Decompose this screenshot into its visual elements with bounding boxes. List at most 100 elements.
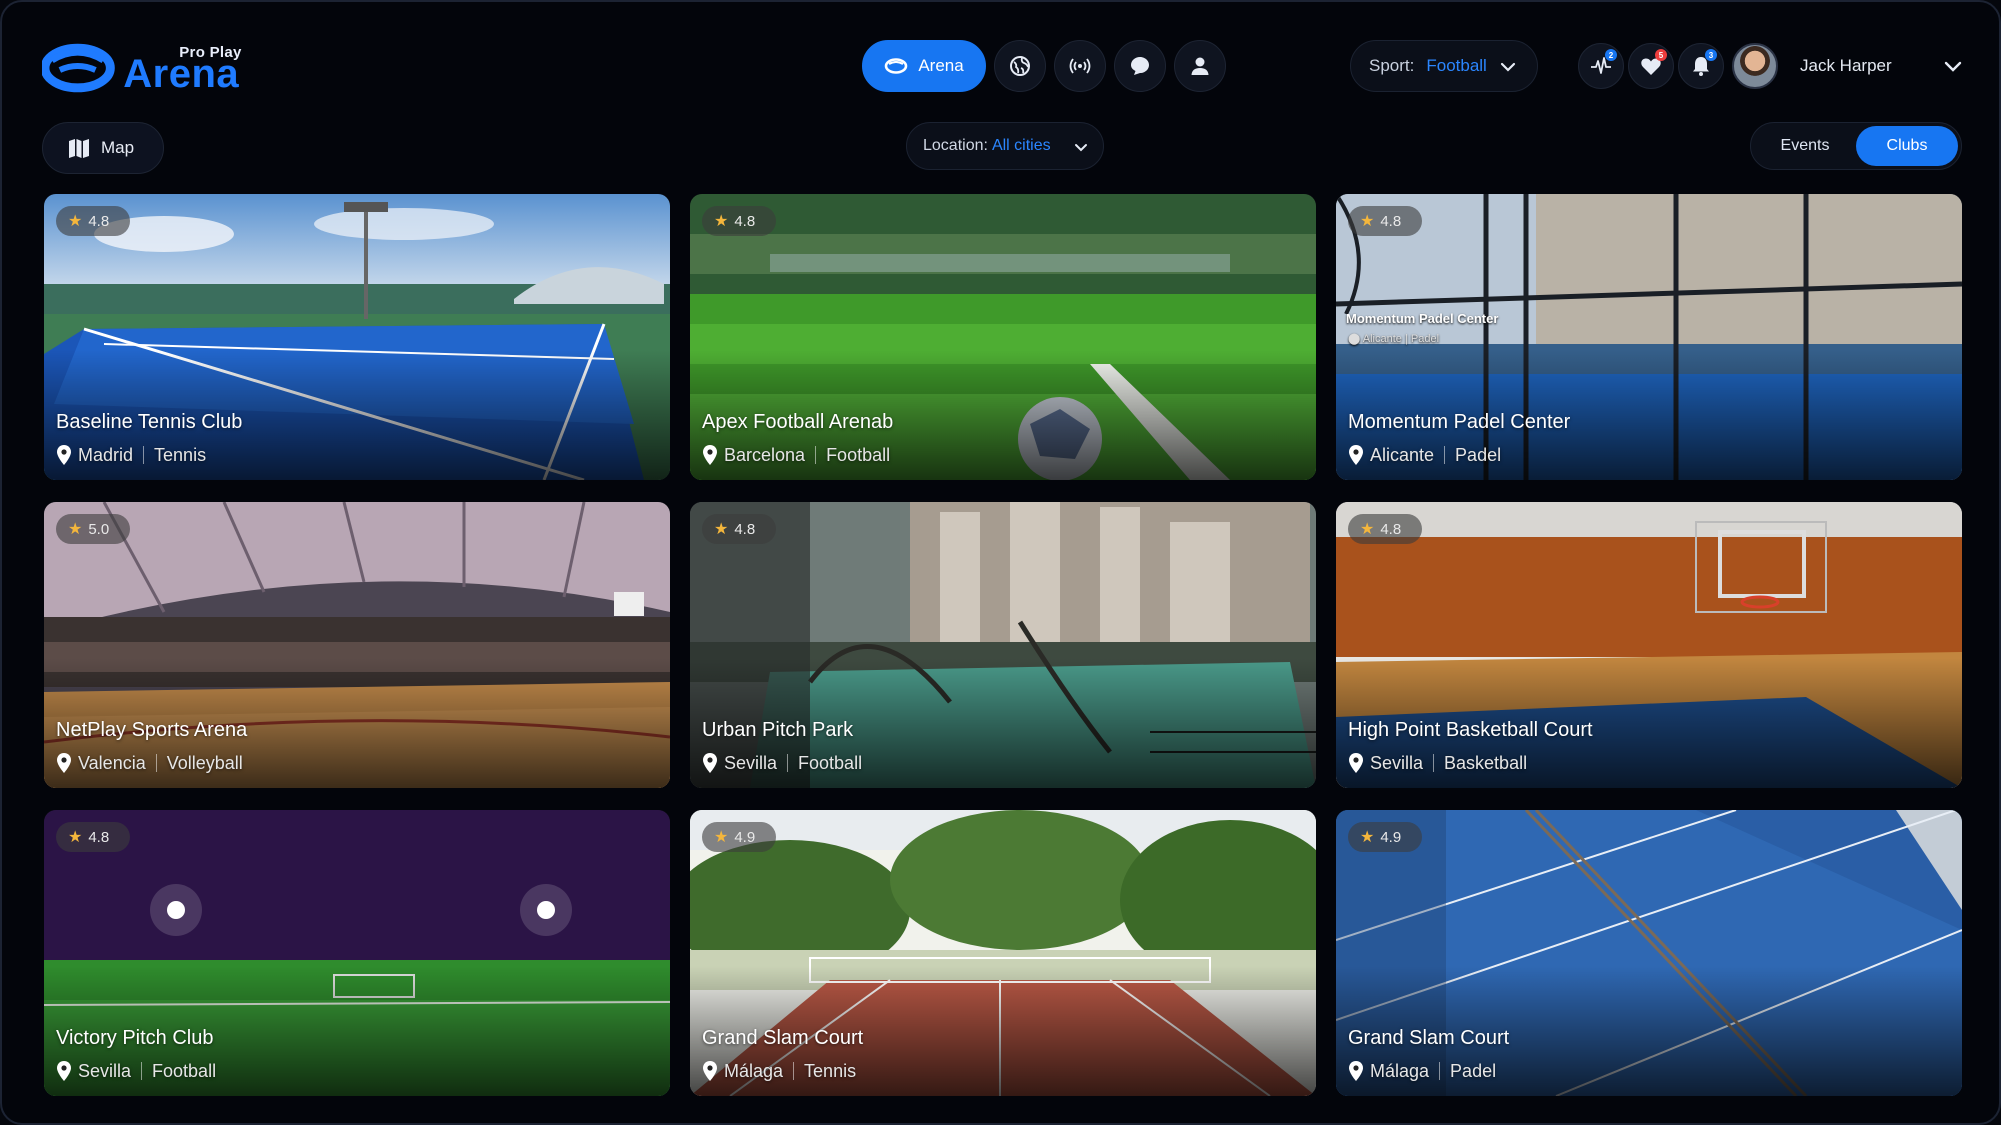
- card-title: NetPlay Sports Arena: [56, 719, 248, 741]
- card-meta: Sevilla Basketball: [1348, 752, 1527, 774]
- rating-badge: ★ 4.8: [56, 822, 130, 852]
- chevron-down-icon[interactable]: [1942, 55, 1964, 77]
- arena-logo-icon: [42, 43, 115, 93]
- rating-badge: ★ 4.9: [702, 822, 776, 852]
- card-sport: Volleyball: [166, 752, 243, 773]
- nav-arena-button[interactable]: Arena: [862, 40, 986, 92]
- chevron-down-icon: [1075, 144, 1087, 152]
- divider: [143, 446, 145, 464]
- divider: [787, 754, 789, 772]
- star-icon: ★: [68, 829, 83, 846]
- rating-value: 4.8: [88, 828, 110, 846]
- sign-meta: ⬤ Alicante | Padel: [1348, 333, 1440, 345]
- brand-name: Arena: [123, 52, 240, 96]
- rating-value: 4.8: [734, 520, 756, 538]
- star-icon: ★: [68, 521, 83, 538]
- divider: [155, 754, 157, 772]
- tab-clubs[interactable]: Clubs: [1856, 126, 1958, 166]
- rating-badge: ★ 4.8: [702, 514, 776, 544]
- card-meta: Valencia Volleyball: [56, 752, 243, 774]
- divider: [1444, 446, 1446, 464]
- sign-sport: Padel: [1410, 333, 1440, 345]
- location-select-label: Location:: [923, 137, 988, 154]
- card-sport: Football: [798, 752, 863, 773]
- card-sport: Basketball: [1444, 752, 1528, 773]
- card-sport: Football: [826, 444, 891, 465]
- location-select-value: All cities: [991, 137, 1051, 154]
- rating-badge: ★ 4.8: [1348, 206, 1422, 236]
- card-title: Apex Football Arenab: [702, 411, 894, 433]
- broadcast-icon: [1069, 58, 1091, 74]
- club-card[interactable]: ★ 4.8 Victory Pitch Club Sevilla Football: [44, 810, 670, 1096]
- favorites-badge: 5: [1655, 49, 1667, 61]
- club-card[interactable]: Momentum Padel Center ⬤ Alicante | Padel…: [1336, 194, 1962, 480]
- club-card[interactable]: ★ 4.9 Grand Slam Court Málaga Padel: [1336, 810, 1962, 1096]
- divider: [1433, 754, 1435, 772]
- rating-value: 5.0: [88, 520, 110, 538]
- brand-logo[interactable]: Pro Play Arena: [42, 40, 252, 96]
- card-meta: Málaga Tennis: [702, 1060, 856, 1082]
- location-select[interactable]: Location: All cities: [906, 122, 1104, 170]
- card-city: Barcelona: [724, 444, 806, 465]
- main-nav: Arena: [862, 40, 1226, 92]
- divider: [141, 1062, 143, 1080]
- card-sport: Padel: [1455, 444, 1502, 465]
- card-city: Sevilla: [1370, 752, 1424, 773]
- avatar[interactable]: [1732, 43, 1778, 89]
- user-name[interactable]: Jack Harper: [1800, 56, 1892, 76]
- star-icon: ★: [1360, 213, 1375, 230]
- card-meta: Sevilla Football: [56, 1060, 216, 1082]
- card-meta: Madrid Tennis: [56, 444, 206, 466]
- card-title: Victory Pitch Club: [56, 1027, 214, 1049]
- card-city: Málaga: [1370, 1060, 1430, 1081]
- star-icon: ★: [714, 829, 729, 846]
- card-city: Málaga: [724, 1060, 784, 1081]
- club-card[interactable]: ★ 4.8 Apex Football Arenab Barcelona Footb…: [690, 194, 1316, 480]
- user-icon: [1191, 57, 1209, 75]
- tab-events[interactable]: Events: [1754, 126, 1856, 166]
- club-card[interactable]: ★ 4.8 Baseline Tennis Club Madrid Tennis: [44, 194, 670, 480]
- card-meta: Málaga Padel: [1348, 1060, 1496, 1082]
- user-toolbar: 2 5 3 Jack Harper: [1578, 40, 1964, 92]
- location-pin-icon: [57, 445, 71, 465]
- card-city: Sevilla: [78, 1060, 132, 1081]
- club-card[interactable]: ★ 4.8 High Point Basketball Court Sevilla…: [1336, 502, 1962, 788]
- card-title: Grand Slam Court: [1348, 1027, 1510, 1049]
- card-city: Madrid: [78, 444, 134, 465]
- divider: [1439, 1062, 1441, 1080]
- nav-live-button[interactable]: [1054, 40, 1106, 92]
- sport-select-value: Football: [1426, 56, 1487, 75]
- sport-select-label: Sport:: [1369, 56, 1415, 75]
- rating-value: 4.9: [734, 828, 756, 846]
- card-title: Urban Pitch Park: [702, 719, 854, 741]
- club-card[interactable]: ★ 4.8 Urban Pitch Park Sevilla Football: [690, 502, 1316, 788]
- location-pin-icon: [1349, 753, 1363, 773]
- card-city: Valencia: [78, 752, 146, 773]
- club-card[interactable]: ★ 5.0 NetPlay Sports Arena Valencia Volley…: [44, 502, 670, 788]
- map-button-label: Map: [101, 138, 135, 157]
- activity-badge: 2: [1605, 49, 1617, 61]
- card-title: Momentum Padel Center: [1348, 411, 1571, 433]
- location-pin-icon: [703, 1061, 717, 1081]
- rating-badge: ★ 4.8: [702, 206, 776, 236]
- map-button[interactable]: Map: [42, 122, 164, 174]
- favorites-button[interactable]: 5: [1628, 43, 1674, 89]
- app-window: Pro Play Arena Arena Sport: Football 2 5…: [0, 0, 2001, 1125]
- sport-select[interactable]: Sport: Football: [1350, 40, 1538, 92]
- activity-button[interactable]: 2: [1578, 43, 1624, 89]
- rating-badge: ★ 4.9: [1348, 822, 1422, 852]
- nav-profile-button[interactable]: [1174, 40, 1226, 92]
- club-card[interactable]: ★ 4.9 Grand Slam Court Málaga Tennis: [690, 810, 1316, 1096]
- rating-value: 4.8: [1380, 520, 1402, 538]
- nav-chat-button[interactable]: [1114, 40, 1166, 92]
- notifications-button[interactable]: 3: [1678, 43, 1724, 89]
- rating-badge: ★ 5.0: [56, 514, 130, 544]
- nav-globe-button[interactable]: [994, 40, 1046, 92]
- card-sport: Football: [152, 1060, 217, 1081]
- star-icon: ★: [714, 521, 729, 538]
- rating-badge: ★ 4.8: [1348, 514, 1422, 544]
- divider: [815, 446, 817, 464]
- rating-value: 4.8: [1380, 212, 1402, 230]
- location-pin-icon: [703, 445, 717, 465]
- rating-value: 4.8: [734, 212, 756, 230]
